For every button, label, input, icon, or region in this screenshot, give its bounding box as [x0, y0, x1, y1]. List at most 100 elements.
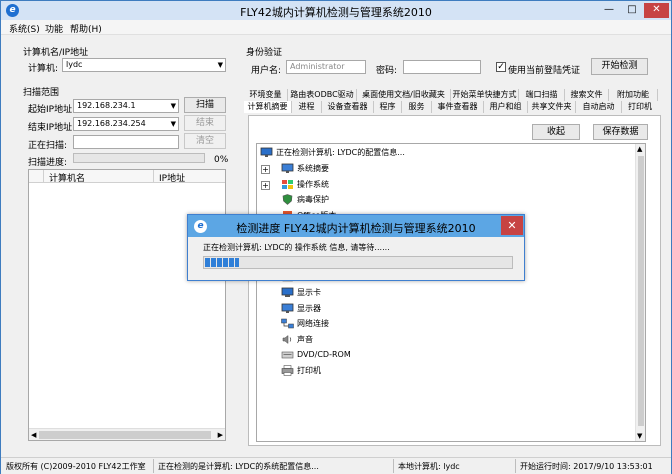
dialog-progress-fill: [205, 258, 239, 267]
horizontal-scrollbar[interactable]: ◀ ▶: [29, 428, 225, 440]
tab-services[interactable]: 服务: [402, 101, 432, 113]
username-input[interactable]: Administrator: [286, 60, 366, 74]
tree-item[interactable]: 操作系统: [281, 178, 329, 192]
config-tree[interactable]: 正在检测计算机: LYDC的配置信息... +系统摘要+操作系统病毒保护Offi…: [256, 143, 646, 442]
monitor-icon: [281, 163, 294, 174]
computer-icon: [260, 147, 273, 158]
dialog-title-bar[interactable]: e 检测进度 FLY42城内计算机检测与管理系统2010 ✕: [188, 215, 524, 237]
tree-item[interactable]: 显示器: [281, 302, 321, 316]
scroll-thumb[interactable]: [39, 431, 211, 439]
tree-item[interactable]: 病毒保护: [281, 193, 329, 207]
tab-port-scan[interactable]: 端口扫描: [519, 89, 565, 101]
tree-item-label: DVD/CD-ROM: [297, 350, 351, 359]
auth-group-title: 身份验证: [246, 48, 283, 58]
status-divider: [515, 459, 516, 473]
status-divider: [393, 459, 394, 473]
tab-shared-folders[interactable]: 共享文件夹: [528, 101, 576, 113]
chevron-down-icon[interactable]: ▼: [171, 100, 176, 112]
progress-dialog: e 检测进度 FLY42城内计算机检测与管理系统2010 ✕ 正在检测计算机: …: [187, 214, 525, 281]
maximize-button[interactable]: □: [621, 3, 643, 18]
computer-combobox[interactable]: lydc ▼: [62, 58, 226, 72]
tree-item-label: 网络连接: [297, 319, 329, 328]
use-credentials-checkbox[interactable]: ✓: [496, 62, 506, 72]
tab-programs[interactable]: 程序: [374, 101, 402, 113]
computer-value: lydc: [66, 60, 83, 69]
stop-button[interactable]: 结束: [184, 115, 226, 131]
status-detecting: 正在检测的是计算机: LYDC的系统配置信息...: [158, 462, 319, 471]
printer-icon: [281, 364, 294, 376]
dialog-message: 正在检测计算机: LYDC的 操作系统 信息, 请等待......: [203, 243, 390, 252]
status-copyright: 版权所有 (C)2009-2010 FLY42工作室: [6, 462, 146, 471]
tree-item[interactable]: 声音: [281, 333, 313, 347]
tab-start-menu[interactable]: 开始菜单快捷方式: [451, 89, 519, 101]
scroll-right-icon[interactable]: ▶: [218, 429, 223, 441]
dialog-title: 检测进度 FLY42城内计算机检测与管理系统2010: [236, 222, 476, 235]
scroll-up-icon[interactable]: ▲: [637, 145, 642, 153]
end-ip-combobox[interactable]: 192.168.234.254 ▼: [73, 117, 179, 131]
start-detect-button[interactable]: 开始检测: [591, 58, 648, 75]
collapse-button[interactable]: 收起: [532, 124, 580, 140]
tree-item[interactable]: 显示卡: [281, 286, 321, 300]
tab-computer-summary[interactable]: 计算机摘要: [244, 101, 292, 113]
scanning-label: 正在扫描:: [28, 141, 68, 151]
computer-list[interactable]: 计算机名 IP地址 ◀ ▶: [28, 169, 226, 441]
tree-root-label: 正在检测计算机: LYDC的配置信息...: [276, 148, 405, 157]
scan-progress-label: 扫描进度:: [28, 158, 68, 168]
tab-autostart[interactable]: 自动启动: [576, 101, 622, 113]
tree-item-label: 显示卡: [297, 288, 321, 297]
save-data-button[interactable]: 保存数据: [593, 124, 648, 140]
tab-env-vars[interactable]: 环境变量: [244, 89, 288, 101]
title-bar[interactable]: e FLY42城内计算机检测与管理系统2010 — □ ✕: [1, 1, 671, 20]
tree-root[interactable]: 正在检测计算机: LYDC的配置信息...: [260, 146, 405, 160]
minimize-button[interactable]: —: [598, 3, 620, 18]
tree-item[interactable]: 打印机: [281, 364, 321, 378]
monitor-icon: [281, 303, 294, 314]
scroll-left-icon[interactable]: ◀: [31, 429, 36, 441]
status-start-time: 开始运行时间: 2017/9/10 13:53:01: [520, 462, 653, 471]
menu-help[interactable]: 帮助(H): [70, 22, 102, 35]
dialog-progress-bar: [203, 256, 513, 269]
chevron-down-icon[interactable]: ▼: [171, 118, 176, 130]
tree-item[interactable]: 系统摘要: [281, 162, 329, 176]
computer-group-title: 计算机名/IP地址: [23, 48, 89, 58]
tree-item[interactable]: 网络连接: [281, 317, 329, 331]
tree-expander[interactable]: +: [261, 165, 270, 174]
cdrom-icon: [281, 349, 294, 360]
tree-item-label: 显示器: [297, 303, 321, 313]
menu-system[interactable]: 系统(S): [9, 22, 40, 35]
tab-route-odbc[interactable]: 路由表ODBC驱动: [288, 89, 357, 101]
start-ip-combobox[interactable]: 192.168.234.1 ▼: [73, 99, 179, 113]
clear-button[interactable]: 清空: [184, 133, 226, 149]
scan-button[interactable]: 扫描: [184, 97, 226, 113]
tab-extras[interactable]: 附加功能: [609, 89, 658, 101]
scroll-thumb[interactable]: [638, 156, 644, 426]
tree-item-label: 系统摘要: [297, 164, 329, 173]
column-computer-name[interactable]: 计算机名: [49, 171, 85, 184]
tab-device-viewer[interactable]: 设备查看器: [322, 101, 374, 113]
dialog-close-button[interactable]: ✕: [501, 216, 523, 235]
scroll-down-icon[interactable]: ▼: [637, 432, 642, 440]
tab-printers[interactable]: 打印机: [622, 101, 658, 113]
tab-search-files[interactable]: 搜索文件: [565, 89, 609, 101]
shield-icon: [281, 194, 294, 205]
scanning-field: [73, 135, 179, 149]
tree-item-label: 声音: [297, 334, 313, 344]
chevron-down-icon[interactable]: ▼: [218, 59, 223, 71]
display-card-icon: [281, 287, 294, 298]
password-input[interactable]: [403, 60, 481, 74]
tree-item[interactable]: DVD/CD-ROM: [281, 348, 351, 362]
close-button[interactable]: ✕: [644, 3, 669, 18]
tabs-row-2: 计算机摘要 进程 设备查看器 程序 服务 事件查看器 用户和组 共享文件夹 自动…: [244, 101, 658, 113]
tab-users-groups[interactable]: 用户和组: [484, 101, 528, 113]
tree-item-label: 操作系统: [297, 179, 329, 189]
tab-desktop-docs[interactable]: 桌面使用文档/旧收藏夹: [357, 89, 451, 101]
tree-item-label: 病毒保护: [297, 195, 329, 204]
network-icon: [281, 318, 294, 329]
tree-expander[interactable]: +: [261, 180, 270, 190]
column-ip-address[interactable]: IP地址: [159, 171, 185, 184]
menu-function[interactable]: 功能: [45, 22, 63, 35]
tab-event-viewer[interactable]: 事件查看器: [432, 101, 484, 113]
tab-processes[interactable]: 进程: [292, 101, 322, 113]
speaker-icon: [281, 334, 294, 345]
vertical-scrollbar[interactable]: ▲ ▼: [635, 144, 645, 441]
